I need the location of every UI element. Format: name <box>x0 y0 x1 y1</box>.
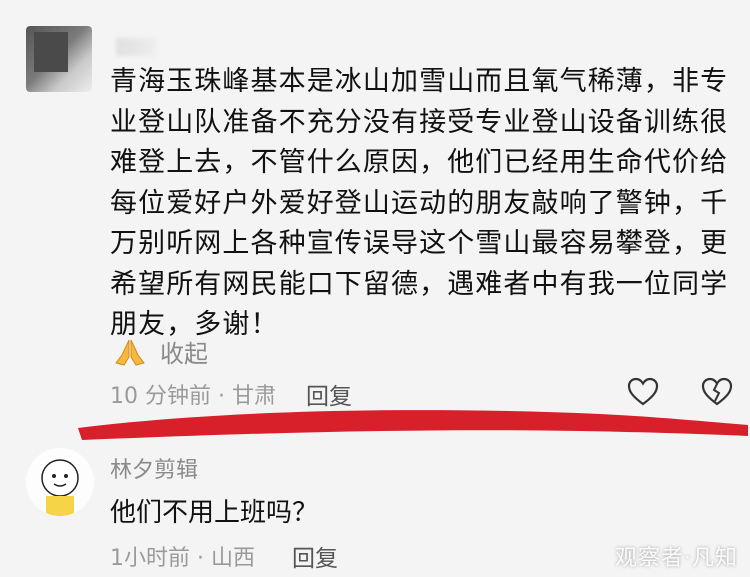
pray-hands-icon <box>115 339 145 366</box>
reply-button[interactable]: 回复 <box>292 539 338 573</box>
comment-meta: 1小时前 · 山西 <box>110 546 255 571</box>
comment-text: 青海玉珠峰基本是冰山加雪山而且氧气稀薄，非专业登山队准备不充分没有接受专业登山设… <box>110 66 729 340</box>
blurred-username <box>116 38 156 56</box>
watermark: 观察者·凡知 <box>615 546 738 571</box>
username[interactable]: 林夕剪辑 <box>110 452 198 484</box>
comment-text: 他们不用上班吗？ <box>110 498 319 528</box>
collapse-link[interactable]: 收起 <box>160 334 208 369</box>
avatar[interactable] <box>26 448 94 516</box>
collapse-row: 收起 <box>110 334 208 369</box>
avatar[interactable] <box>26 26 92 92</box>
